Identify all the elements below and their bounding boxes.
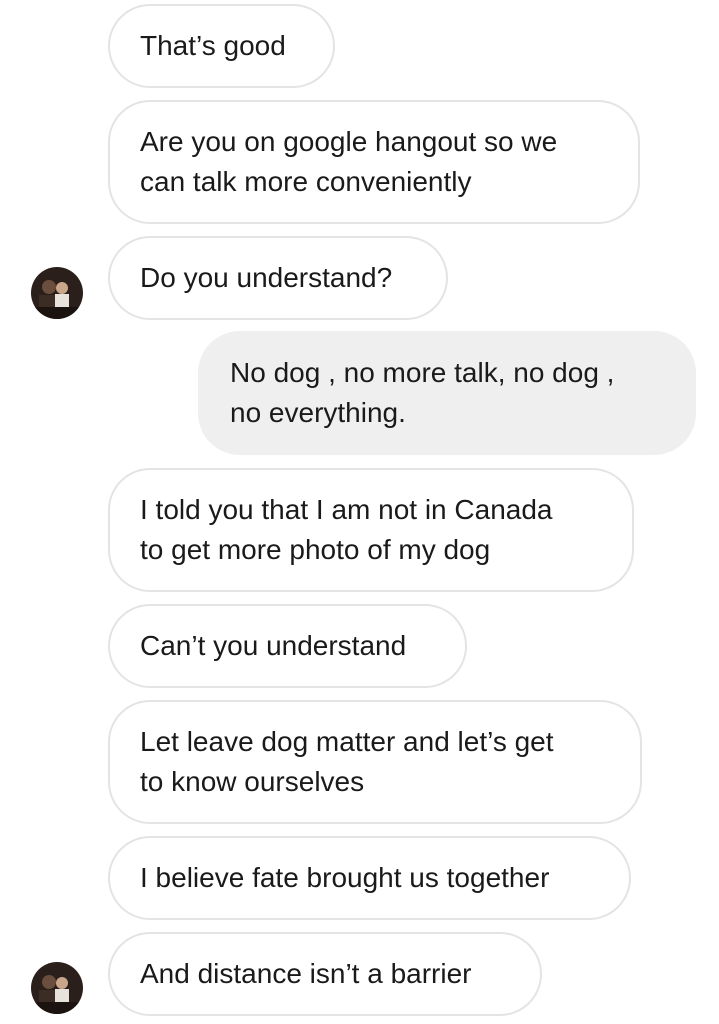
message-bubble-incoming[interactable]: I believe fate brought us together — [108, 836, 631, 920]
contact-avatar-icon[interactable] — [31, 962, 83, 1014]
message-text-line: Can’t you understand — [140, 630, 407, 661]
message-bubble-incoming[interactable]: And distance isn’t a barrier — [108, 932, 542, 1016]
message-text-line: I believe fate brought us together — [140, 862, 550, 893]
message-text-line: Do you understand? — [140, 262, 393, 293]
message-bubble-incoming[interactable]: Are you on google hangout so we can talk… — [108, 100, 640, 224]
message-text-line: I told you that I am not in Canada — [140, 494, 553, 525]
message-text-line: That’s good — [140, 30, 286, 61]
contact-avatar-icon[interactable] — [31, 267, 83, 319]
message-bubble-incoming[interactable]: Can’t you understand — [108, 604, 467, 688]
message-text-line: can talk more conveniently — [140, 166, 472, 197]
message-bubble-incoming[interactable]: I told you that I am not in Canada to ge… — [108, 468, 634, 592]
message-bubble-incoming[interactable]: Let leave dog matter and let’s get to kn… — [108, 700, 642, 824]
message-text-line: And distance isn’t a barrier — [140, 958, 472, 989]
message-text-line: to know ourselves — [140, 766, 365, 797]
message-text-line: no everything. — [230, 397, 406, 428]
message-text-line: to get more photo of my dog — [140, 534, 491, 565]
message-bubble-incoming[interactable]: That’s good — [108, 4, 335, 88]
message-text-line: No dog , no more talk, no dog , — [230, 357, 615, 388]
message-text-line: Let leave dog matter and let’s get — [140, 726, 554, 757]
message-bubble-outgoing[interactable]: No dog , no more talk, no dog , no every… — [198, 331, 696, 455]
message-text-line: Are you on google hangout so we — [140, 126, 558, 157]
message-bubble-incoming[interactable]: Do you understand? — [108, 236, 448, 320]
